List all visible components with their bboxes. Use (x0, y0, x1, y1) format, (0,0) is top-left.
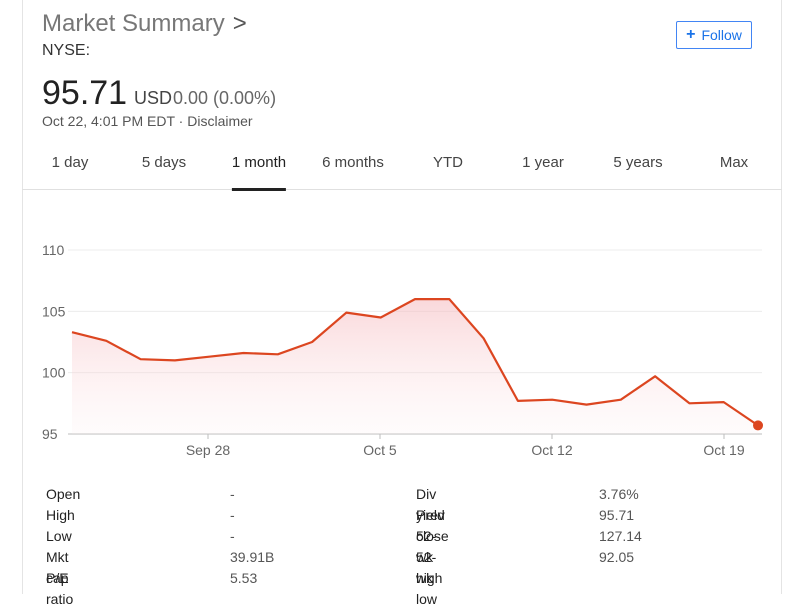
stat-label: High (46, 507, 75, 523)
x-tick-label: Sep 28 (186, 442, 231, 458)
x-tick-label: Oct 12 (531, 442, 572, 458)
price-area-fill (72, 299, 758, 434)
follow-label: Follow (701, 27, 742, 43)
plus-icon: + (686, 26, 696, 43)
y-tick-label: 110 (42, 242, 65, 258)
tab-1-month[interactable]: 1 month (231, 146, 287, 191)
x-tick-label: Oct 19 (703, 442, 744, 458)
stat-value: 92.05 (599, 549, 635, 565)
market-summary-title[interactable]: Market Summary > (42, 10, 247, 38)
price-change: 0.00 (0.00%) (173, 88, 277, 108)
tab-1-day[interactable]: 1 day (52, 146, 89, 190)
tab-5-days[interactable]: 5 days (142, 146, 186, 190)
stat-value: 127.14 (599, 528, 642, 544)
exchange-label: NYSE: (42, 42, 91, 59)
stat-value: 39.91B (230, 549, 275, 565)
range-tabs: 1 day 5 days 1 month 6 months YTD 1 year… (22, 146, 782, 191)
stat-value: - (230, 528, 235, 544)
current-price: 95.71 (42, 74, 128, 112)
stat-value: - (230, 507, 235, 523)
stat-value: 3.76% (599, 486, 639, 502)
x-tick-label: Oct 5 (363, 442, 397, 458)
title-text: Market Summary (42, 10, 225, 37)
last-price-point (753, 420, 763, 431)
y-tick-label: 100 (42, 365, 66, 381)
stat-label: Low (46, 528, 72, 544)
stat-label: P/E ratio (46, 570, 74, 607)
stat-value: 95.71 (599, 507, 635, 523)
y-tick-label: 95 (42, 426, 58, 442)
tab-1-year[interactable]: 1 year (522, 146, 564, 190)
tab-ytd[interactable]: YTD (433, 146, 463, 190)
follow-button[interactable]: + Follow (676, 21, 752, 49)
stat-value: - (230, 486, 235, 502)
y-tick-label: 105 (42, 303, 66, 319)
chevron-right-icon: > (232, 10, 247, 37)
price-chart[interactable]: 110 105 100 95 Sep 28 Oct 5 Oct 12 Oct 19 (0, 190, 800, 480)
quote-timestamp: Oct 22, 4:01 PM EDT · Disclaimer (42, 113, 253, 129)
tab-6-months[interactable]: 6 months (322, 146, 384, 190)
currency-label: USD (134, 88, 173, 108)
stat-label: Open (46, 486, 81, 502)
tab-max[interactable]: Max (720, 146, 748, 190)
stat-label: 52-wk low (416, 549, 438, 607)
tab-5-years[interactable]: 5 years (613, 146, 662, 190)
stat-value: 5.53 (230, 570, 258, 586)
